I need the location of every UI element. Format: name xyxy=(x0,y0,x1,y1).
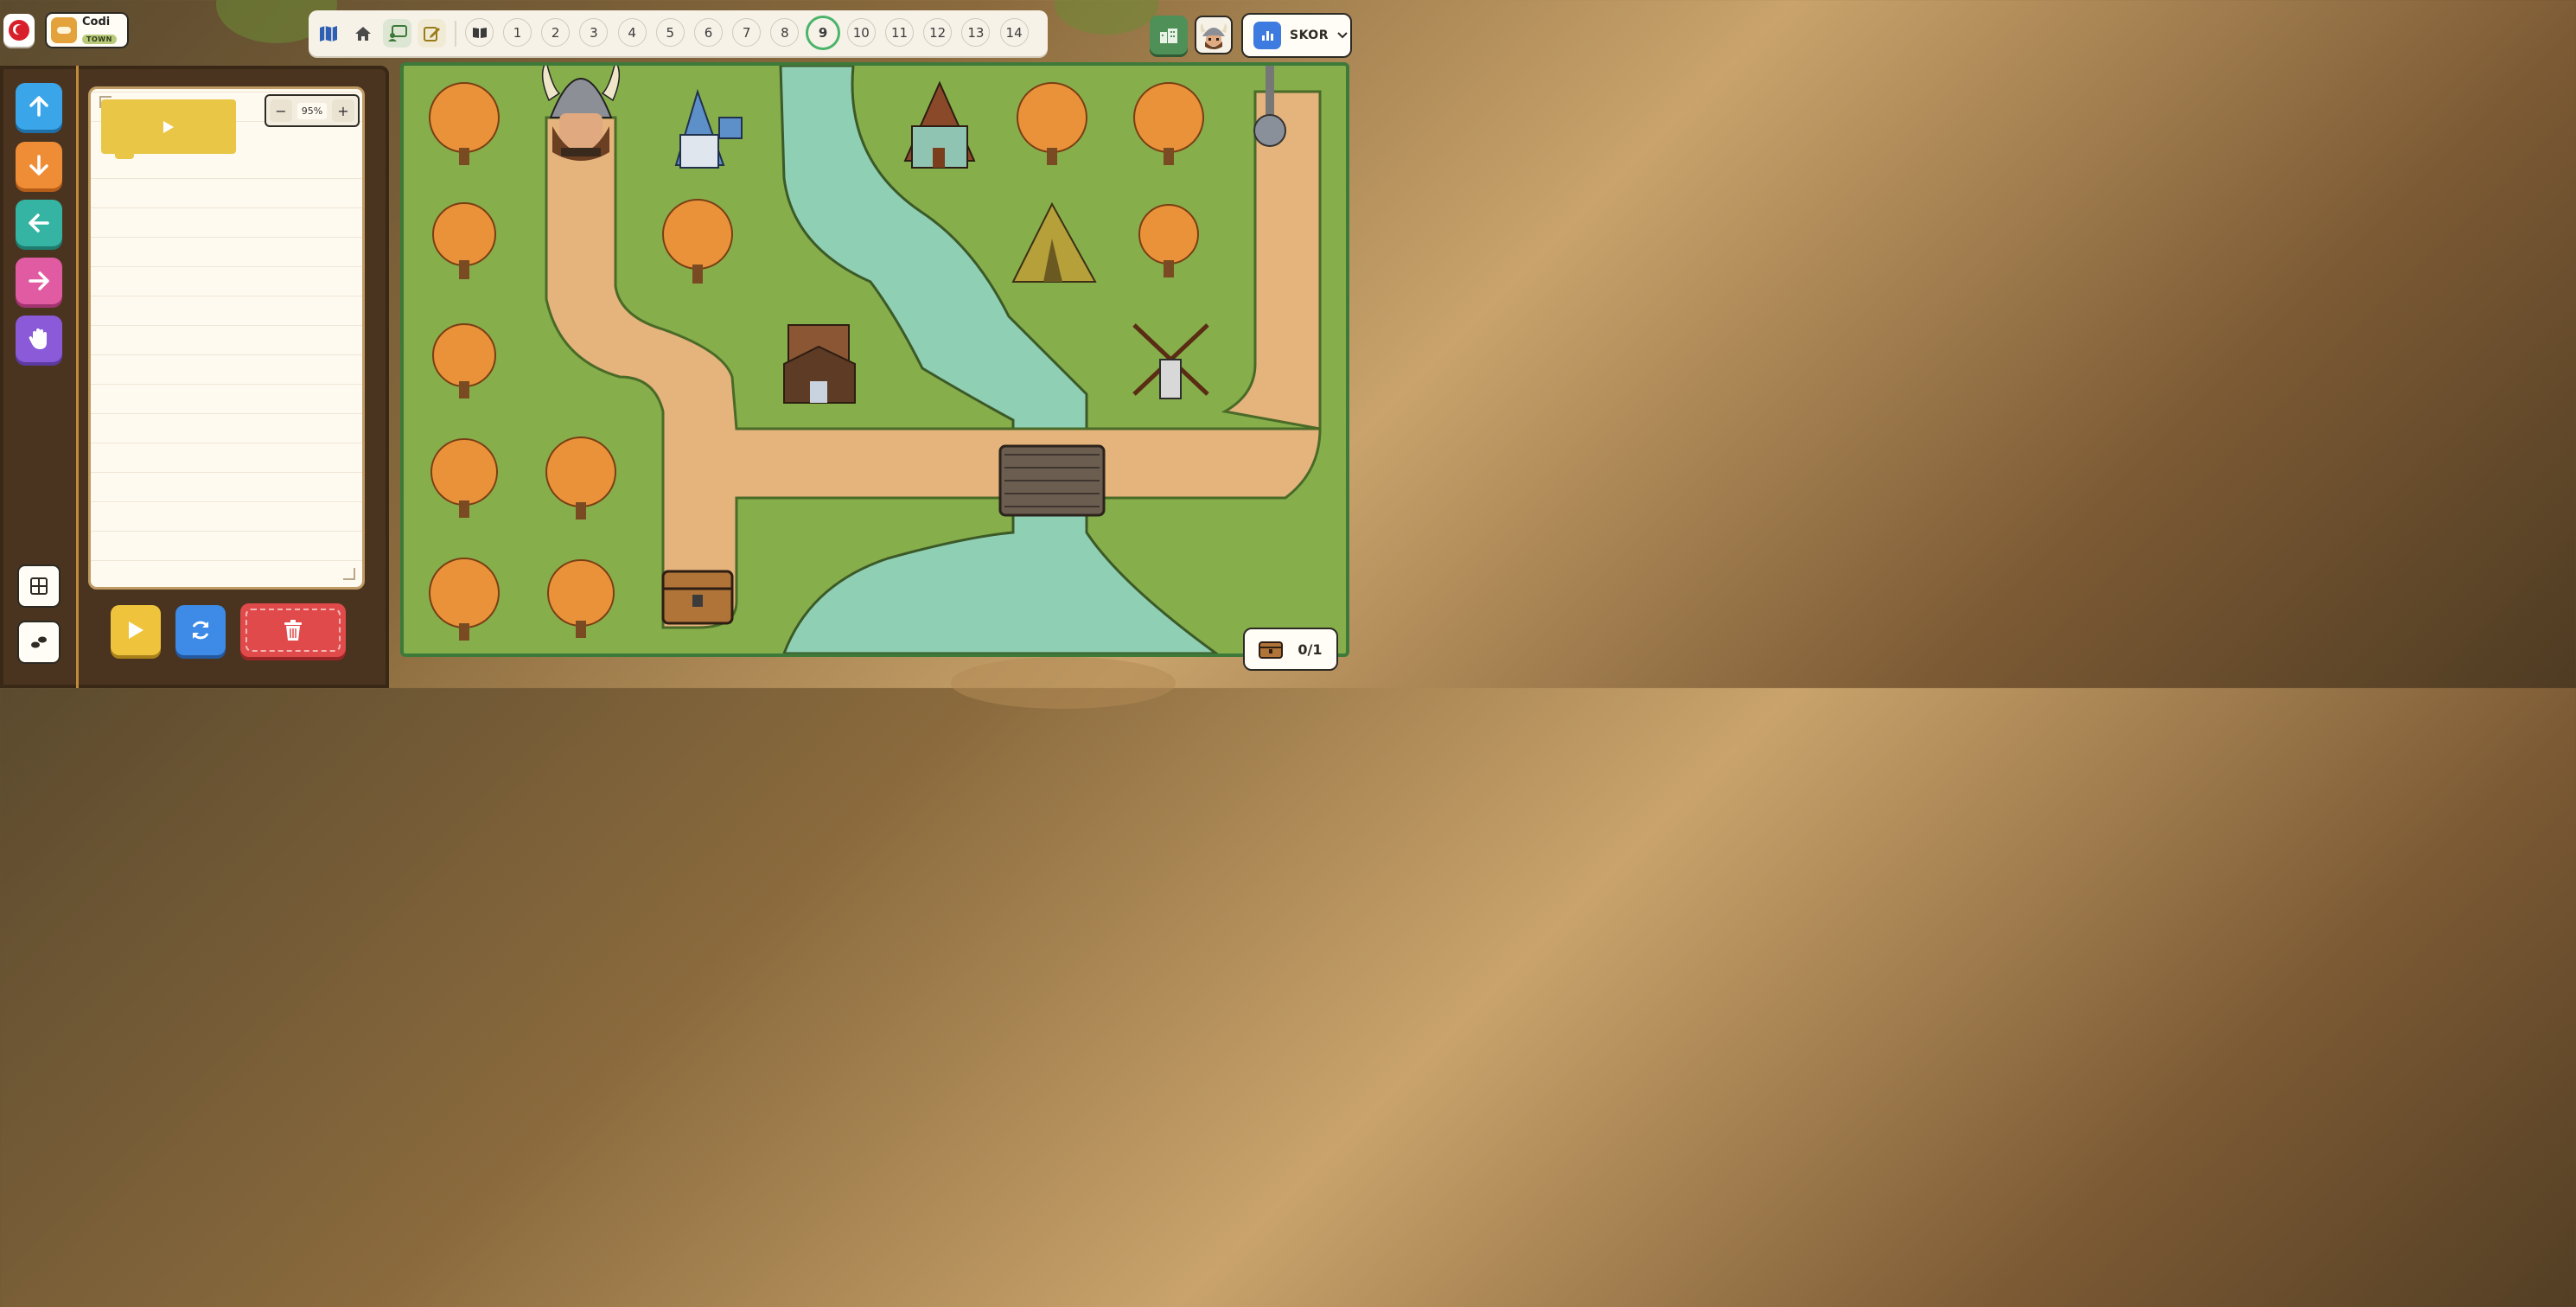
app-tag: TOWN xyxy=(82,34,117,44)
chest-counter: 0/1 xyxy=(1243,628,1338,671)
command-palette xyxy=(0,66,79,688)
code-panel: − 95% + xyxy=(0,66,389,688)
start-block[interactable] xyxy=(101,99,236,159)
viking-character xyxy=(541,66,621,161)
move-down-button[interactable] xyxy=(16,142,62,188)
footsteps-button[interactable] xyxy=(17,621,61,664)
zoom-in-button[interactable]: + xyxy=(331,99,354,122)
level-6-button[interactable]: 6 xyxy=(694,18,723,47)
workspace-corner xyxy=(343,568,355,580)
toolbar-divider xyxy=(455,21,456,47)
app-name: Codi xyxy=(82,15,111,29)
move-right-button[interactable] xyxy=(16,258,62,304)
level-14-button[interactable]: 14 xyxy=(999,18,1029,47)
windmill xyxy=(1132,323,1209,399)
level-12-button[interactable]: 12 xyxy=(923,18,953,47)
chart-icon xyxy=(1253,22,1281,49)
reset-button[interactable] xyxy=(175,605,226,655)
chest-icon xyxy=(1259,641,1284,659)
language-flag-button[interactable] xyxy=(3,14,35,47)
refresh-icon xyxy=(192,621,209,640)
viking-avatar-icon xyxy=(1200,22,1227,49)
level-4-button[interactable]: 4 xyxy=(617,18,647,47)
zoom-level: 95% xyxy=(296,102,328,119)
hand-icon xyxy=(29,328,47,349)
level-8-button[interactable]: 8 xyxy=(770,18,800,47)
treasure-chest xyxy=(661,570,734,625)
map-button[interactable] xyxy=(314,19,342,48)
zoom-control: − 95% + xyxy=(265,94,360,127)
log-cabin xyxy=(783,324,856,404)
move-up-button[interactable] xyxy=(16,83,62,130)
edit-icon xyxy=(423,26,440,41)
game-map xyxy=(400,62,1349,657)
classroom-icon xyxy=(387,24,407,41)
arrow-up-icon xyxy=(29,96,48,117)
app-logo[interactable]: Codi TOWN xyxy=(45,12,129,48)
bridge xyxy=(998,444,1106,517)
grid-icon xyxy=(30,577,48,595)
arrow-right-icon xyxy=(29,271,49,290)
chest-count: 0/1 xyxy=(1298,641,1323,658)
footsteps-icon xyxy=(31,636,47,648)
arrow-left-icon xyxy=(29,214,49,233)
level-5-button[interactable]: 5 xyxy=(655,18,685,47)
home-button[interactable] xyxy=(348,19,377,48)
score-button[interactable]: SKOR xyxy=(1241,13,1352,58)
turkey-flag-icon xyxy=(9,20,29,41)
blue-house xyxy=(674,88,743,169)
zoom-out-button[interactable]: − xyxy=(270,99,292,122)
arrow-down-icon xyxy=(29,155,48,175)
level-10-button[interactable]: 10 xyxy=(846,18,876,47)
edit-button[interactable] xyxy=(418,19,446,48)
delete-all-button[interactable] xyxy=(240,603,346,657)
green-barn xyxy=(903,80,976,169)
classroom-button[interactable] xyxy=(383,19,411,48)
book-button[interactable] xyxy=(465,18,494,47)
level-7-button[interactable]: 7 xyxy=(732,18,762,47)
stop-button[interactable] xyxy=(16,316,62,362)
city-icon xyxy=(1160,28,1177,43)
level-1-button[interactable]: 1 xyxy=(503,18,532,47)
map-icon xyxy=(319,25,337,41)
avatar-button[interactable] xyxy=(1195,16,1233,54)
level-3-button[interactable]: 3 xyxy=(579,18,609,47)
level-11-button[interactable]: 11 xyxy=(885,18,914,47)
home-icon xyxy=(354,26,371,41)
move-left-button[interactable] xyxy=(16,200,62,246)
run-button[interactable] xyxy=(111,605,161,655)
trash-icon xyxy=(284,620,302,641)
mascot-icon xyxy=(51,17,77,43)
score-label: SKOR xyxy=(1290,29,1329,42)
tent xyxy=(1011,201,1097,283)
city-button[interactable] xyxy=(1150,16,1188,54)
book-icon xyxy=(472,27,487,38)
level-2-button[interactable]: 2 xyxy=(541,18,571,47)
play-icon xyxy=(163,120,174,133)
chevron-down-icon xyxy=(1337,32,1348,39)
level-9-button[interactable]: 9 xyxy=(806,16,841,50)
level-13-button[interactable]: 13 xyxy=(961,18,991,47)
code-workspace[interactable]: − 95% + xyxy=(88,86,365,590)
play-icon xyxy=(129,622,143,639)
top-toolbar: 1 2 3 4 5 6 7 8 9 10 11 12 13 14 xyxy=(309,10,1048,56)
grid-toggle-button[interactable] xyxy=(17,564,61,608)
